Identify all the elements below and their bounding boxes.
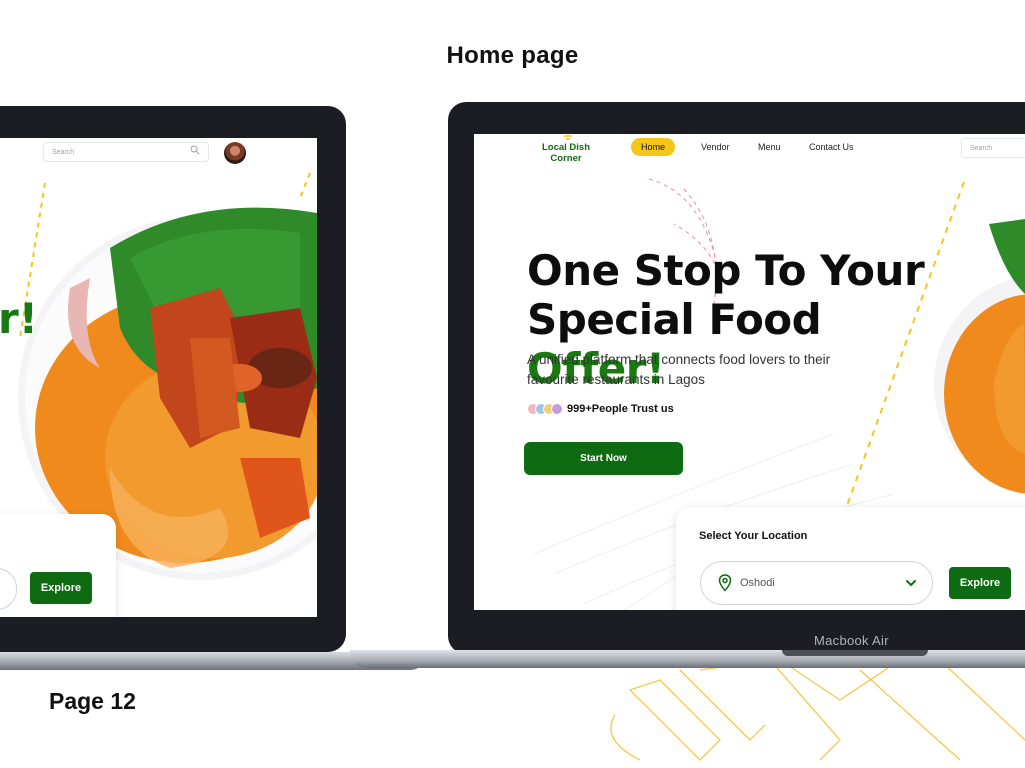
laptop-notch <box>782 650 928 656</box>
search-icon[interactable] <box>190 145 200 155</box>
nav-item-vendor[interactable]: Vendor <box>701 138 730 156</box>
trust-avatars <box>527 403 563 415</box>
hero-subtitle: A unified platform that connects food lo… <box>527 352 831 387</box>
explore-button[interactable]: Explore <box>949 567 1011 599</box>
laptop-screen-right: Local Dish Corner Home Vendor Menu Conta… <box>474 134 1025 610</box>
trust-text: 999+People Trust us <box>567 403 674 415</box>
headline-line-2: Special Food <box>527 295 822 344</box>
search-input[interactable]: Search <box>961 138 1025 158</box>
location-select[interactable] <box>700 561 933 605</box>
laptop-screen-left: Search r! Explore <box>0 138 317 617</box>
page-heading: Home page <box>446 42 579 69</box>
headline-fragment: r! <box>0 294 38 343</box>
user-avatar[interactable] <box>224 142 246 164</box>
location-select-value: Oshodi <box>740 577 775 589</box>
nav-item-menu[interactable]: Menu <box>758 138 781 156</box>
brand-logo[interactable]: Local Dish Corner <box>536 142 596 164</box>
map-pin-icon <box>718 574 732 592</box>
nav-item-contact[interactable]: Contact Us <box>809 138 854 156</box>
device-model-label: Macbook Air <box>814 633 889 648</box>
nav-item-home[interactable]: Home <box>631 138 675 156</box>
chevron-down-icon[interactable] <box>904 576 918 590</box>
location-card-title: Select Your Location <box>699 530 808 542</box>
search-input[interactable]: Search <box>43 142 209 162</box>
page-number: Page 12 <box>49 688 136 714</box>
start-now-button[interactable]: Start Now <box>524 442 683 475</box>
explore-button[interactable]: Explore <box>30 572 92 604</box>
logo-mark-icon <box>564 135 572 140</box>
headline-line-1: One Stop To Your <box>527 246 925 295</box>
